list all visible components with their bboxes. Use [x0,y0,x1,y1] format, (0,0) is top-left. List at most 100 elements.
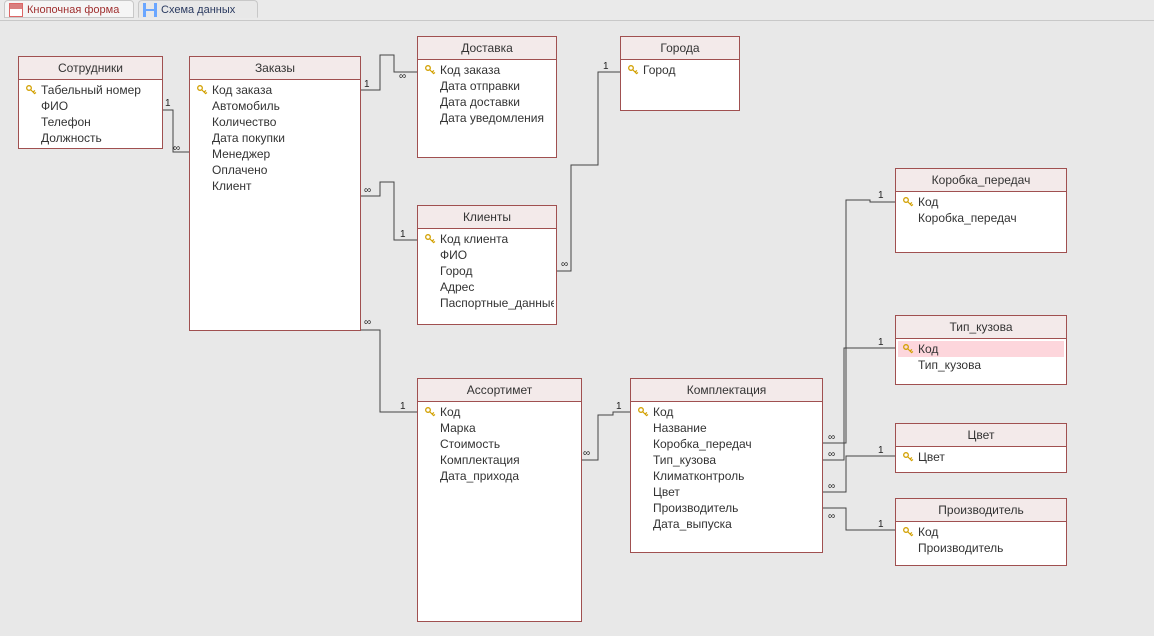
table-body: Город [621,60,739,80]
field-label: Производитель [918,541,1003,555]
table-title: Сотрудники [19,57,162,80]
table-row[interactable]: Коробка_передач [633,436,820,452]
table-body: Цвет [896,447,1066,467]
table-manufacturer[interactable]: Производитель Код Производитель [895,498,1067,566]
svg-text:∞: ∞ [561,259,568,270]
field-label: Код [918,525,938,539]
table-row[interactable]: ФИО [21,98,160,114]
table-row[interactable]: Клиент [192,178,358,194]
field-label: Город [643,63,675,77]
table-row[interactable]: Тип_кузова [898,357,1064,373]
field-label: Коробка_передач [918,211,1017,225]
svg-text:1: 1 [878,190,884,201]
table-body: Код заказа Автомобиль Количество Дата по… [190,80,360,196]
table-row[interactable]: Город [420,263,554,279]
field-label: Автомобиль [212,99,280,113]
table-row[interactable]: Код [898,524,1064,540]
table-row[interactable]: Код [420,404,579,420]
table-row[interactable]: Стоимость [420,436,579,452]
field-label: Цвет [653,485,680,499]
table-clients[interactable]: Клиенты Код клиента ФИО Город Адрес Пасп… [417,205,557,325]
table-row[interactable]: Название [633,420,820,436]
table-cities[interactable]: Города Город [620,36,740,111]
table-color[interactable]: Цвет Цвет [895,423,1067,473]
table-row[interactable]: Дата доставки [420,94,554,110]
tab-form[interactable]: Кнопочная форма [4,0,134,18]
table-row[interactable]: Дата уведомления [420,110,554,126]
table-title: Города [621,37,739,60]
key-icon [902,196,914,208]
table-bodytype[interactable]: Тип_кузова Код Тип_кузова [895,315,1067,385]
table-row[interactable]: Дата отправки [420,78,554,94]
table-employees[interactable]: Сотрудники Табельный номер ФИО Телефон Д… [18,56,163,149]
field-label: Паспортные_данные [440,296,554,310]
field-label: Дата отправки [440,79,520,93]
table-row[interactable]: Тип_кузова [633,452,820,468]
field-label: ФИО [440,248,467,262]
table-row[interactable]: Код [633,404,820,420]
field-label: Код [918,342,938,356]
relationships-canvas[interactable]: 1 ∞ 1 ∞ ∞ 1 ∞ 1 ∞ 1 ∞ 1 ∞ 1 ∞ 1 ∞ 1 [0,20,1154,636]
field-label: Дата_прихода [440,469,519,483]
svg-text:∞: ∞ [828,511,835,522]
table-row[interactable]: Коробка_передач [898,210,1064,226]
table-row[interactable]: Марка [420,420,579,436]
table-row[interactable]: Менеджер [192,146,358,162]
table-row[interactable]: Код клиента [420,231,554,247]
table-row[interactable]: Код заказа [192,82,358,98]
key-icon [627,64,639,76]
field-label: Код [653,405,673,419]
table-row[interactable]: Автомобиль [192,98,358,114]
table-row[interactable]: Дата_выпуска [633,516,820,532]
table-body: Код Производитель [896,522,1066,558]
field-label: Табельный номер [41,83,141,97]
svg-text:∞: ∞ [583,448,590,459]
table-row[interactable]: Климатконтроль [633,468,820,484]
table-row[interactable]: ФИО [420,247,554,263]
table-orders[interactable]: Заказы Код заказа Автомобиль Количество … [189,56,361,331]
table-spec[interactable]: Комплектация Код Название Коробка_переда… [630,378,823,553]
field-label: Коробка_передач [653,437,752,451]
table-row[interactable]: Табельный номер [21,82,160,98]
table-row[interactable]: Производитель [898,540,1064,556]
table-row[interactable]: Код заказа [420,62,554,78]
table-assortment[interactable]: Ассортимет Код Марка Стоимость Комплекта… [417,378,582,622]
table-row[interactable]: Должность [21,130,160,146]
svg-text:1: 1 [603,61,609,72]
field-label: Должность [41,131,102,145]
table-row[interactable]: Дата покупки [192,130,358,146]
table-body: Код клиента ФИО Город Адрес Паспортные_д… [418,229,556,313]
table-gearbox[interactable]: Коробка_передач Код Коробка_передач [895,168,1067,253]
table-row[interactable]: Цвет [633,484,820,500]
table-row[interactable]: Оплачено [192,162,358,178]
table-row[interactable]: Дата_прихода [420,468,579,484]
table-row[interactable]: Адрес [420,279,554,295]
key-icon [902,343,914,355]
field-label: Код [440,405,460,419]
table-row[interactable]: Код [898,194,1064,210]
field-label: Менеджер [212,147,270,161]
field-label: Город [440,264,472,278]
tabbar: Кнопочная форма Схема данных [0,0,1154,21]
field-label: Код клиента [440,232,508,246]
field-label: Дата доставки [440,95,520,109]
field-label: Климатконтроль [653,469,744,483]
table-row[interactable]: Комплектация [420,452,579,468]
svg-text:1: 1 [400,229,406,240]
table-row[interactable]: Код [898,341,1064,357]
table-row[interactable]: Паспортные_данные [420,295,554,311]
table-row[interactable]: Город [623,62,737,78]
table-title: Доставка [418,37,556,60]
tab-relationships[interactable]: Схема данных [138,0,258,18]
field-label: Клиент [212,179,252,193]
table-row[interactable]: Цвет [898,449,1064,465]
field-label: Дата покупки [212,131,285,145]
table-row[interactable]: Количество [192,114,358,130]
table-body: Код Название Коробка_передач Тип_кузова … [631,402,822,534]
table-delivery[interactable]: Доставка Код заказа Дата отправки Дата д… [417,36,557,158]
table-title: Коробка_передач [896,169,1066,192]
field-label: Цвет [918,450,945,464]
field-label: Дата_выпуска [653,517,732,531]
table-row[interactable]: Телефон [21,114,160,130]
table-row[interactable]: Производитель [633,500,820,516]
